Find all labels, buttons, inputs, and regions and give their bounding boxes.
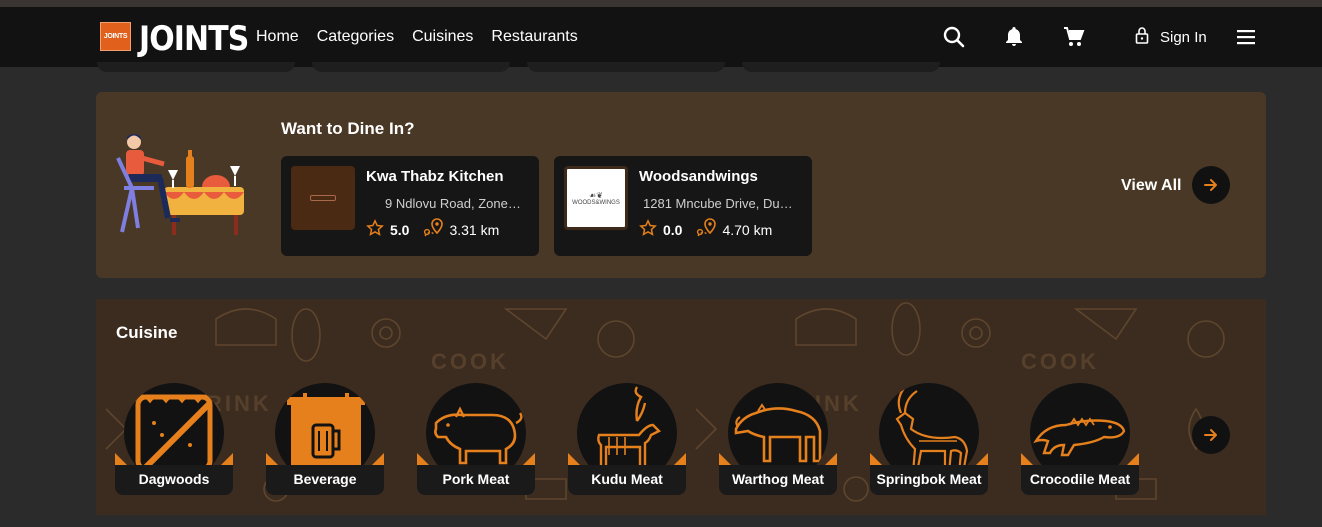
- dine-in-title: Want to Dine In?: [281, 119, 415, 138]
- star-icon: [639, 219, 657, 240]
- ribbon-corner: [568, 453, 580, 465]
- category-card-peek: [97, 62, 295, 72]
- cuisine-item-beverage[interactable]: Beverage: [266, 383, 384, 495]
- arrow-right-icon: [1204, 429, 1217, 441]
- ribbon-corner: [719, 453, 731, 465]
- search-icon[interactable]: [942, 25, 966, 49]
- sign-in-button[interactable]: Sign In: [1134, 25, 1207, 49]
- restaurant-stats: 0.0 4.70 km: [639, 218, 772, 241]
- restaurant-card[interactable]: ☙❦ WOODS&WINGS Woodsandwings 1281 Mncube…: [554, 156, 812, 256]
- ribbon-corner: [417, 453, 429, 465]
- ribbon-corner: [266, 453, 278, 465]
- menu-icon[interactable]: [1234, 25, 1258, 49]
- ribbon-corner: [115, 453, 127, 465]
- restaurant-address: 1281 Mncube Drive, Du…: [643, 196, 793, 211]
- ribbon-corner: [1021, 453, 1033, 465]
- cuisine-label: Beverage: [266, 465, 384, 495]
- dining-illustration-icon: [116, 134, 244, 235]
- svg-text:COOK: COOK: [431, 349, 509, 374]
- view-all-link[interactable]: View All: [1121, 177, 1181, 195]
- restaurant-card[interactable]: Kwa Thabz Kitchen 9 Ndlovu Road, Zone… 5…: [281, 156, 539, 256]
- restaurant-distance: 3.31 km: [449, 221, 500, 238]
- ribbon-corner: [221, 453, 233, 465]
- ribbon-corner: [523, 453, 535, 465]
- distance-pin-icon: [423, 218, 445, 241]
- category-card-peek: [312, 62, 510, 72]
- cuisine-item-kudu-meat[interactable]: Kudu Meat: [568, 383, 686, 495]
- thumbnail-logo-text: WOODS&WINGS: [572, 199, 620, 206]
- cuisine-item-pork-meat[interactable]: Pork Meat: [417, 383, 535, 495]
- lock-icon: [1134, 26, 1150, 48]
- sign-in-label: Sign In: [1160, 28, 1207, 46]
- cuisine-title: Cuisine: [116, 323, 178, 342]
- restaurant-rating: 0.0: [663, 221, 683, 238]
- nav-restaurants[interactable]: Restaurants: [491, 28, 577, 46]
- svg-text:COOK: COOK: [1021, 349, 1099, 374]
- top-strip: [0, 0, 1322, 7]
- logo-wordmark[interactable]: JOINTS: [139, 19, 249, 59]
- cuisine-item-warthog-meat[interactable]: Warthog Meat: [719, 383, 837, 495]
- restaurant-name: Woodsandwings: [639, 168, 758, 185]
- restaurant-thumbnail: [291, 166, 355, 230]
- cuisine-next-button[interactable]: [1192, 416, 1230, 454]
- arrow-right-icon: [1204, 179, 1217, 191]
- nav-categories[interactable]: Categories: [317, 28, 394, 46]
- ribbon-corner: [825, 453, 837, 465]
- nav-cuisines[interactable]: Cuisines: [412, 28, 473, 46]
- navbar: JOINTS JOINTS Home Categories Cuisines R…: [0, 7, 1322, 67]
- cart-icon[interactable]: [1062, 25, 1086, 49]
- cuisine-item-dagwoods[interactable]: Dagwoods: [115, 383, 233, 495]
- dine-in-section: Want to Dine In? Kwa Thabz Kitchen 9 Ndl…: [96, 92, 1266, 278]
- restaurant-thumbnail: ☙❦ WOODS&WINGS: [564, 166, 628, 230]
- nav-links: Home Categories Cuisines Restaurants: [256, 7, 578, 67]
- cuisine-label: Kudu Meat: [568, 465, 686, 495]
- cuisine-item-crocodile-meat[interactable]: Crocodile Meat: [1021, 383, 1139, 495]
- ribbon-corner: [674, 453, 686, 465]
- cuisine-item-springbok-meat[interactable]: Springbok Meat: [870, 383, 988, 495]
- ribbon-corner: [976, 453, 988, 465]
- bell-icon[interactable]: [1002, 25, 1026, 49]
- logo-badge[interactable]: JOINTS: [100, 22, 131, 51]
- distance-pin-icon: [696, 218, 718, 241]
- ribbon-corner: [1127, 453, 1139, 465]
- cuisine-label: Springbok Meat: [870, 465, 988, 495]
- view-all-arrow-button[interactable]: [1192, 166, 1230, 204]
- ribbon-corner: [870, 453, 882, 465]
- star-icon: [366, 219, 384, 240]
- nav-home[interactable]: Home: [256, 28, 299, 46]
- category-card-peek: [527, 62, 725, 72]
- restaurant-distance: 4.70 km: [722, 221, 773, 238]
- cuisine-label: Dagwoods: [115, 465, 233, 495]
- restaurant-name: Kwa Thabz Kitchen: [366, 168, 504, 185]
- cuisine-label: Pork Meat: [417, 465, 535, 495]
- restaurant-address: 9 Ndlovu Road, Zone…: [385, 196, 521, 211]
- cuisine-section: COOK COOK RINK RINK Cuisine Dagwoods Bev…: [96, 299, 1266, 515]
- ribbon-corner: [372, 453, 384, 465]
- category-card-peek: [742, 62, 940, 72]
- cuisine-label: Crocodile Meat: [1021, 465, 1139, 495]
- restaurant-rating: 5.0: [390, 221, 410, 238]
- restaurant-stats: 5.0 3.31 km: [366, 218, 499, 241]
- cuisine-label: Warthog Meat: [719, 465, 837, 495]
